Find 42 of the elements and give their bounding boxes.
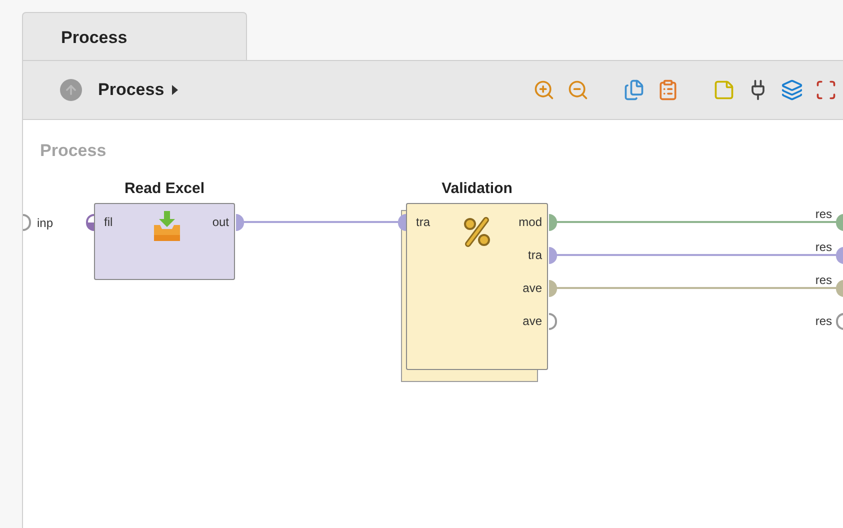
port[interactable] xyxy=(836,280,843,297)
layers-icon[interactable] xyxy=(781,79,803,101)
port-label: inp xyxy=(37,215,54,232)
port[interactable] xyxy=(836,313,843,330)
zoom-out-icon[interactable] xyxy=(567,79,589,101)
port-label: tra xyxy=(526,247,542,264)
clipboard-icon[interactable] xyxy=(657,79,679,101)
port[interactable] xyxy=(549,247,557,264)
port-label: out xyxy=(211,214,229,231)
port-label: ave xyxy=(522,313,542,330)
zoom-in-icon[interactable] xyxy=(533,79,555,101)
port-label: mod xyxy=(518,214,542,231)
process-up-icon[interactable] xyxy=(60,79,82,101)
operator-box[interactable] xyxy=(94,203,235,280)
caret-icon[interactable] xyxy=(172,85,178,95)
documents-icon[interactable] xyxy=(623,79,645,101)
port-label: res xyxy=(814,239,832,256)
port[interactable] xyxy=(23,214,31,231)
canvas-label: Process xyxy=(40,140,106,162)
port[interactable] xyxy=(836,214,843,231)
operator-title: Read Excel xyxy=(123,179,206,199)
port[interactable] xyxy=(86,214,94,231)
port-label: res xyxy=(814,272,832,289)
download-tray-icon xyxy=(154,211,180,241)
operator-box[interactable] xyxy=(406,203,548,370)
port[interactable] xyxy=(549,214,557,231)
add-note-icon[interactable] xyxy=(713,79,735,101)
port-label: res xyxy=(814,206,832,223)
port[interactable] xyxy=(549,313,557,330)
port-label: res xyxy=(814,313,832,330)
port[interactable] xyxy=(836,247,843,264)
port-label: tra xyxy=(416,214,430,231)
port[interactable] xyxy=(236,214,244,231)
fit-view-icon[interactable] xyxy=(815,79,837,101)
percent-icon xyxy=(463,217,491,247)
port[interactable] xyxy=(398,214,406,231)
port[interactable] xyxy=(549,280,557,297)
operator-title: Validation xyxy=(440,179,514,199)
port-label: ave xyxy=(522,280,542,297)
port-label: fil xyxy=(104,214,113,231)
tab[interactable]: Process xyxy=(22,12,247,60)
breadcrumb-link[interactable]: Process xyxy=(98,77,164,103)
